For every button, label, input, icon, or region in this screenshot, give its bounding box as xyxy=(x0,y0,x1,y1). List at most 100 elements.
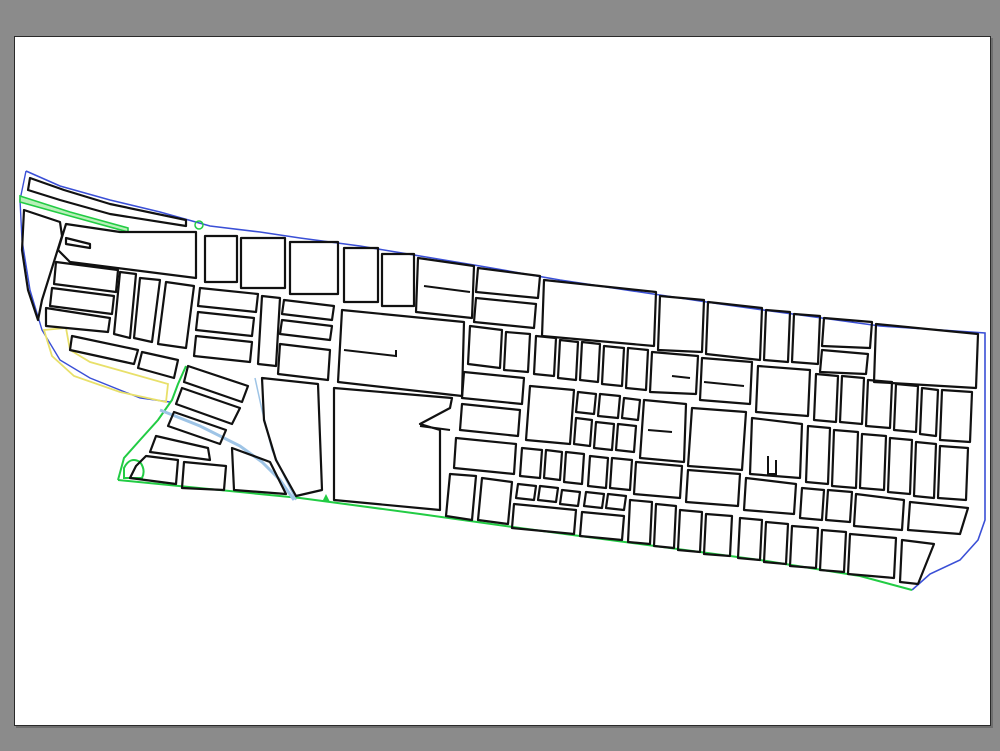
city-block xyxy=(600,344,626,388)
city-block xyxy=(276,342,332,382)
green-triangle-marker xyxy=(322,494,330,502)
city-block xyxy=(196,286,260,314)
city-block xyxy=(936,444,970,502)
city-block xyxy=(174,386,242,426)
city-block xyxy=(574,390,598,416)
city-block xyxy=(858,432,888,492)
city-block xyxy=(604,492,628,512)
city-block xyxy=(892,382,920,434)
city-block xyxy=(852,492,906,532)
canal-line-2 xyxy=(254,377,297,501)
city-block xyxy=(698,356,754,406)
city-block xyxy=(754,364,812,418)
city-block xyxy=(192,334,254,364)
city-block xyxy=(898,538,936,586)
city-block xyxy=(572,416,594,448)
city-block xyxy=(592,420,616,452)
city-block xyxy=(938,388,974,444)
urban-block-plan[interactable] xyxy=(0,0,1000,751)
city-block xyxy=(518,446,544,480)
city-block xyxy=(336,308,466,398)
city-block xyxy=(578,510,626,542)
block-notches xyxy=(343,285,777,475)
city-block xyxy=(260,376,324,498)
city-block xyxy=(514,482,538,502)
city-block xyxy=(474,266,542,300)
city-blocks xyxy=(20,176,980,586)
city-block xyxy=(704,300,764,362)
city-block xyxy=(608,456,634,492)
city-block xyxy=(812,372,840,424)
city-block xyxy=(280,298,336,322)
city-block xyxy=(818,348,870,376)
city-block xyxy=(148,434,212,462)
city-block xyxy=(194,310,256,338)
city-block xyxy=(452,436,518,476)
city-block xyxy=(278,318,334,342)
city-block xyxy=(788,524,820,570)
city-block xyxy=(820,316,874,350)
city-block xyxy=(68,334,140,366)
city-block xyxy=(648,350,700,396)
city-block xyxy=(624,346,650,392)
city-block xyxy=(656,294,706,354)
city-block xyxy=(762,520,790,566)
city-block xyxy=(872,322,980,390)
city-block xyxy=(256,294,282,368)
city-block xyxy=(458,402,522,438)
city-block xyxy=(182,364,250,404)
city-block xyxy=(444,472,478,522)
city-block xyxy=(702,512,734,558)
city-block xyxy=(918,386,940,438)
city-block xyxy=(586,454,610,490)
city-block xyxy=(652,502,678,550)
city-block xyxy=(762,308,792,364)
city-block xyxy=(838,374,866,426)
city-block xyxy=(472,296,538,330)
city-block xyxy=(230,446,288,496)
cad-viewport[interactable] xyxy=(0,0,1000,751)
city-block xyxy=(476,476,514,526)
city-block xyxy=(502,330,532,374)
city-block xyxy=(203,234,239,284)
city-block xyxy=(510,502,578,536)
city-block xyxy=(886,436,914,496)
city-block xyxy=(466,324,504,370)
city-block xyxy=(830,428,860,490)
city-block xyxy=(632,460,684,500)
city-block xyxy=(56,222,198,280)
city-block xyxy=(578,340,602,384)
city-block xyxy=(736,516,764,562)
city-block xyxy=(542,448,564,482)
city-block xyxy=(132,276,162,344)
boundary-south-line xyxy=(117,479,913,591)
city-block xyxy=(536,484,560,504)
city-block xyxy=(180,460,228,492)
city-block xyxy=(676,508,704,554)
city-block xyxy=(824,488,854,524)
city-block xyxy=(686,406,748,472)
city-block xyxy=(906,500,970,536)
city-block xyxy=(380,252,416,308)
city-block xyxy=(614,422,638,454)
city-block xyxy=(582,490,606,510)
city-block xyxy=(342,246,380,304)
city-block xyxy=(64,236,92,250)
city-block xyxy=(460,370,526,406)
city-block xyxy=(804,424,832,486)
city-block xyxy=(156,280,196,350)
city-block xyxy=(562,450,586,486)
city-block xyxy=(332,386,454,512)
city-block xyxy=(846,532,898,580)
city-block xyxy=(626,498,654,546)
west-yellow-strip xyxy=(42,327,169,404)
city-block xyxy=(742,476,798,516)
city-block xyxy=(288,240,340,296)
city-block xyxy=(239,236,287,290)
city-block xyxy=(540,278,658,348)
city-block xyxy=(912,440,938,500)
city-block xyxy=(524,384,576,446)
city-block xyxy=(790,312,822,366)
city-block xyxy=(596,392,622,420)
city-block xyxy=(684,468,742,508)
